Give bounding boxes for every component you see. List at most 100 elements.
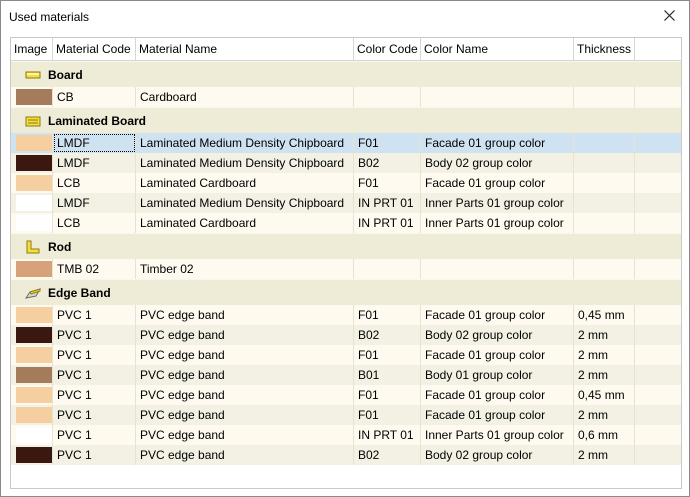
cell-material-name[interactable]: Laminated Cardboard [136,173,354,193]
cell-material-name[interactable]: Laminated Medium Density Chipboard [136,193,354,213]
cell-thickness[interactable]: 0,45 mm [574,385,635,405]
cell-color-code[interactable]: B02 [354,445,421,465]
cell-color-code[interactable]: B02 [354,325,421,345]
table-row[interactable]: LMDF Laminated Medium Density Chipboard IN… [11,193,681,213]
cell-color-name[interactable]: Inner Parts 01 group color [421,213,574,233]
cell-color-name[interactable]: Facade 01 group color [421,405,574,425]
cell-material-name[interactable]: PVC edge band [136,345,354,365]
cell-color-code[interactable]: F01 [354,345,421,365]
cell-thickness[interactable] [574,87,635,107]
cell-color-name[interactable]: Body 01 group color [421,365,574,385]
cell-color-name[interactable] [421,87,574,107]
cell-color-code[interactable]: IN PRT 01 [354,213,421,233]
cell-material-code[interactable]: LMDF [53,133,136,153]
cell-color-code[interactable]: F01 [354,305,421,325]
cell-material-name[interactable]: Laminated Cardboard [136,213,354,233]
close-button[interactable] [657,3,683,29]
cell-material-name[interactable]: PVC edge band [136,325,354,345]
cell-color-code[interactable] [354,259,421,279]
cell-color-name[interactable]: Facade 01 group color [421,173,574,193]
column-header-thickness[interactable]: Thickness [574,38,635,60]
cell-material-code[interactable]: PVC 1 [53,425,136,445]
table-row[interactable]: LCB Laminated Cardboard F01 Facade 01 group… [11,173,681,193]
cell-color-name[interactable]: Facade 01 group color [421,133,574,153]
cell-material-name[interactable]: PVC edge band [136,305,354,325]
cell-thickness[interactable] [574,153,635,173]
cell-material-name[interactable]: Cardboard [136,87,354,107]
cell-thickness[interactable]: 0,6 mm [574,425,635,445]
cell-thickness[interactable]: 2 mm [574,345,635,365]
cell-material-code[interactable]: LMDF [53,193,136,213]
cell-color-code[interactable]: F01 [354,405,421,425]
materials-grid[interactable]: Image Material Code Material Name Color … [10,37,682,489]
group-row[interactable]: Edge Band [11,279,681,305]
group-row[interactable]: Laminated Board [11,107,681,133]
cell-material-code[interactable]: TMB 02 [53,259,136,279]
cell-material-name[interactable]: Laminated Medium Density Chipboard [136,153,354,173]
table-row[interactable]: PVC 1 PVC edge band F01 Facade 01 group col… [11,345,681,365]
table-row[interactable]: PVC 1 PVC edge band F01 Facade 01 group col… [11,405,681,425]
cell-thickness[interactable]: 2 mm [574,325,635,345]
cell-thickness[interactable] [574,193,635,213]
cell-color-code[interactable]: F01 [354,173,421,193]
table-row[interactable]: TMB 02 Timber 02 [11,259,681,279]
cell-color-code[interactable]: F01 [354,385,421,405]
cell-color-code[interactable]: B01 [354,365,421,385]
column-header-material-code[interactable]: Material Code [53,38,136,60]
cell-color-code[interactable] [354,87,421,107]
cell-material-code[interactable]: LCB [53,213,136,233]
cell-color-name[interactable]: Inner Parts 01 group color [421,193,574,213]
cell-color-name[interactable]: Facade 01 group color [421,345,574,365]
table-row[interactable]: PVC 1 PVC edge band B02 Body 02 group color… [11,445,681,465]
cell-material-code[interactable]: PVC 1 [53,445,136,465]
cell-material-name[interactable]: PVC edge band [136,425,354,445]
column-header-color-name[interactable]: Color Name [421,38,574,60]
cell-material-name[interactable]: PVC edge band [136,385,354,405]
table-row[interactable]: PVC 1 PVC edge band F01 Facade 01 group col… [11,385,681,405]
cell-thickness[interactable] [574,213,635,233]
cell-material-name[interactable]: PVC edge band [136,365,354,385]
cell-material-code[interactable]: PVC 1 [53,365,136,385]
cell-color-name[interactable]: Body 02 group color [421,445,574,465]
cell-color-name[interactable]: Body 02 group color [421,325,574,345]
cell-material-name[interactable]: Laminated Medium Density Chipboard [136,133,354,153]
cell-color-code[interactable]: IN PRT 01 [354,193,421,213]
table-row[interactable]: CB Cardboard [11,87,681,107]
cell-material-code[interactable]: PVC 1 [53,405,136,425]
cell-thickness[interactable]: 2 mm [574,445,635,465]
cell-material-name[interactable]: PVC edge band [136,405,354,425]
cell-color-name[interactable] [421,259,574,279]
group-row[interactable]: Rod [11,233,681,259]
table-row[interactable]: PVC 1 PVC edge band B01 Body 01 group color… [11,365,681,385]
cell-color-name[interactable]: Body 02 group color [421,153,574,173]
cell-material-code[interactable]: CB [53,87,136,107]
cell-thickness[interactable]: 2 mm [574,365,635,385]
cell-thickness[interactable] [574,259,635,279]
cell-material-name[interactable]: PVC edge band [136,445,354,465]
table-row[interactable]: LCB Laminated Cardboard IN PRT 01 Inner Par… [11,213,681,233]
cell-color-code[interactable]: IN PRT 01 [354,425,421,445]
table-row[interactable]: PVC 1 PVC edge band B02 Body 02 group color… [11,325,681,345]
cell-material-code[interactable]: PVC 1 [53,325,136,345]
cell-thickness[interactable]: 2 mm [574,405,635,425]
column-header-color-code[interactable]: Color Code [354,38,421,60]
cell-thickness[interactable] [574,173,635,193]
table-row[interactable]: LMDF Laminated Medium Density Chipboard F0… [11,133,681,153]
cell-material-code[interactable]: LCB [53,173,136,193]
cell-material-code[interactable]: LMDF [53,153,136,173]
cell-color-name[interactable]: Facade 01 group color [421,305,574,325]
table-row[interactable]: PVC 1 PVC edge band F01 Facade 01 group col… [11,305,681,325]
cell-color-name[interactable]: Facade 01 group color [421,385,574,405]
table-row[interactable]: LMDF Laminated Medium Density Chipboard B0… [11,153,681,173]
cell-color-name[interactable]: Inner Parts 01 group color [421,425,574,445]
table-row[interactable]: PVC 1 PVC edge band IN PRT 01 Inner Parts 0… [11,425,681,445]
cell-material-code[interactable]: PVC 1 [53,385,136,405]
cell-color-code[interactable]: F01 [354,133,421,153]
group-row[interactable]: Board [11,61,681,87]
cell-material-code[interactable]: PVC 1 [53,305,136,325]
column-header-image[interactable]: Image [11,38,53,60]
cell-material-name[interactable]: Timber 02 [136,259,354,279]
cell-color-code[interactable]: B02 [354,153,421,173]
cell-material-code[interactable]: PVC 1 [53,345,136,365]
column-header-material-name[interactable]: Material Name [136,38,354,60]
